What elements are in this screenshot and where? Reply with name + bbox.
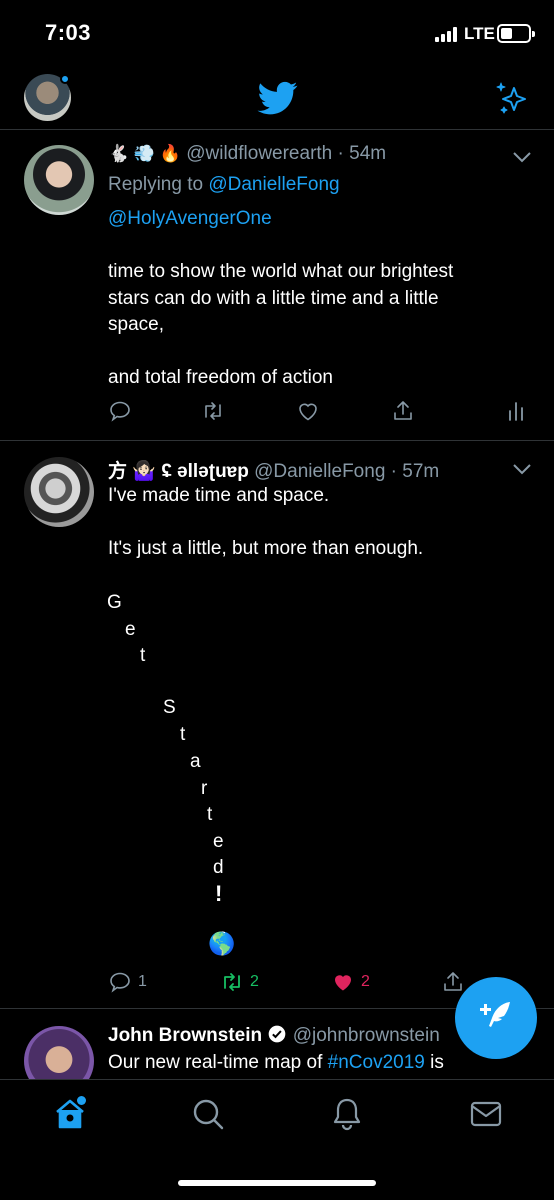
signal-icon: [435, 26, 459, 42]
share-icon: [444, 972, 462, 991]
tweet-text: Our new real-time map of #nCov2019 is: [108, 1050, 444, 1077]
staircase-letter: t: [140, 645, 146, 666]
tweet-text-prefix: Our new real-time map of: [108, 1052, 328, 1073]
tweet-text-suffix: is: [424, 1052, 444, 1073]
like-icon: [299, 403, 317, 421]
replying-label: Replying to: [108, 174, 204, 195]
staircase-letter: d: [213, 857, 224, 878]
share-button[interactable]: [391, 399, 415, 423]
compose-button[interactable]: [455, 977, 537, 1059]
separator: ·: [385, 461, 403, 482]
reply-icon: [110, 972, 130, 993]
display-name[interactable]: John Brownstein: [108, 1025, 262, 1046]
tweet-text: time to show the world what our brightes…: [108, 261, 454, 388]
messages-icon: [470, 1101, 502, 1127]
like-button[interactable]: [296, 399, 320, 423]
twitter-bird-icon[interactable]: [256, 78, 300, 118]
hashtag-link[interactable]: #nCov2019: [328, 1052, 425, 1073]
share-icon: [394, 401, 412, 420]
retweet-icon: [205, 402, 221, 420]
network-label: LTE: [464, 24, 495, 43]
mention-link[interactable]: @DanielleFong: [208, 174, 339, 195]
staircase-letter: e: [125, 619, 136, 640]
replying-to: Replying to @DanielleFong: [108, 174, 340, 196]
tab-messages[interactable]: [468, 1096, 504, 1132]
home-indicator[interactable]: [178, 1180, 376, 1186]
tweet-text: I've made time and space. It's just a li…: [108, 485, 424, 559]
like-icon: [335, 975, 351, 991]
tweet-header: John Brownstein @johnbrownstein: [108, 1024, 440, 1047]
chevron-down-icon[interactable]: [512, 151, 532, 163]
handle[interactable]: @wildflowerearth: [186, 143, 332, 164]
mention-link[interactable]: @HolyAvengerOne: [108, 208, 272, 229]
status-time: 7:03: [45, 20, 92, 45]
tab-notifications[interactable]: [329, 1096, 365, 1132]
home-unread-dot: [77, 1096, 86, 1105]
handle[interactable]: @johnbrownstein: [293, 1025, 440, 1046]
retweet-button[interactable]: [201, 399, 225, 423]
tweet-header: 🐇 💨 🔥 @wildflowerearth · 54m: [108, 143, 386, 165]
replying-to-second: @HolyAvengerOne: [108, 208, 272, 230]
separator: ·: [332, 143, 350, 164]
retweet-count: 2: [250, 973, 259, 990]
timestamp: 54m: [349, 143, 387, 164]
retweet-button[interactable]: 2: [220, 970, 259, 994]
tweet-actions: [108, 399, 528, 429]
reply-icon: [110, 401, 130, 422]
sparkle-icon[interactable]: [494, 80, 530, 116]
search-icon: [193, 1099, 224, 1130]
share-button[interactable]: [441, 970, 465, 994]
reply-count: 1: [138, 973, 147, 990]
battery-icon: [497, 24, 535, 43]
avatar[interactable]: [24, 1026, 94, 1079]
status-bar: 7:03 LTE: [0, 0, 554, 68]
retweet-icon: [224, 973, 240, 991]
reply-button[interactable]: [108, 399, 132, 423]
staircase-letter: t: [207, 804, 213, 825]
timestamp: 57m: [402, 461, 440, 482]
analytics-icon: [509, 402, 523, 421]
tab-home[interactable]: [52, 1096, 88, 1132]
notifications-icon: [333, 1098, 361, 1131]
tweet[interactable]: 方 🤷🏻‍♀️ ʢ ǝlləʈuɐp @DanielleFong · 57m I…: [0, 441, 554, 1009]
tab-search[interactable]: [190, 1096, 226, 1132]
avatar[interactable]: [24, 457, 94, 527]
avatar[interactable]: [24, 145, 94, 215]
staircase-letter: !: [215, 881, 223, 906]
tweet-header: 方 🤷🏻‍♀️ ʢ ǝlləʈuɐp @DanielleFong · 57m: [108, 456, 439, 483]
like-button[interactable]: 2: [331, 970, 370, 994]
analytics-button[interactable]: [504, 399, 528, 423]
staircase-letter: t: [180, 724, 186, 745]
compose-icon: [480, 1002, 510, 1027]
staircase-letter: G: [107, 592, 122, 613]
top-bar: [0, 68, 554, 130]
display-name-emoji: 🐇 💨 🔥: [108, 144, 181, 163]
like-count: 2: [361, 973, 370, 990]
chevron-down-icon[interactable]: [512, 463, 532, 475]
staircase-letter: a: [190, 751, 201, 772]
staircase-letter: e: [213, 831, 224, 852]
staircase-letter: r: [201, 778, 208, 799]
tweet[interactable]: 🐇 💨 🔥 @wildflowerearth · 54m Replying to…: [0, 131, 554, 441]
earth-emoji: 🌎: [208, 931, 236, 956]
verified-badge-icon: [269, 1025, 286, 1043]
unread-dot: [60, 74, 70, 84]
reply-button[interactable]: 1: [108, 970, 147, 994]
display-name[interactable]: 方 🤷🏻‍♀️ ʢ ǝlləʈuɐp: [108, 461, 249, 482]
handle[interactable]: @DanielleFong: [254, 461, 385, 482]
staircase-letter: S: [163, 697, 176, 718]
